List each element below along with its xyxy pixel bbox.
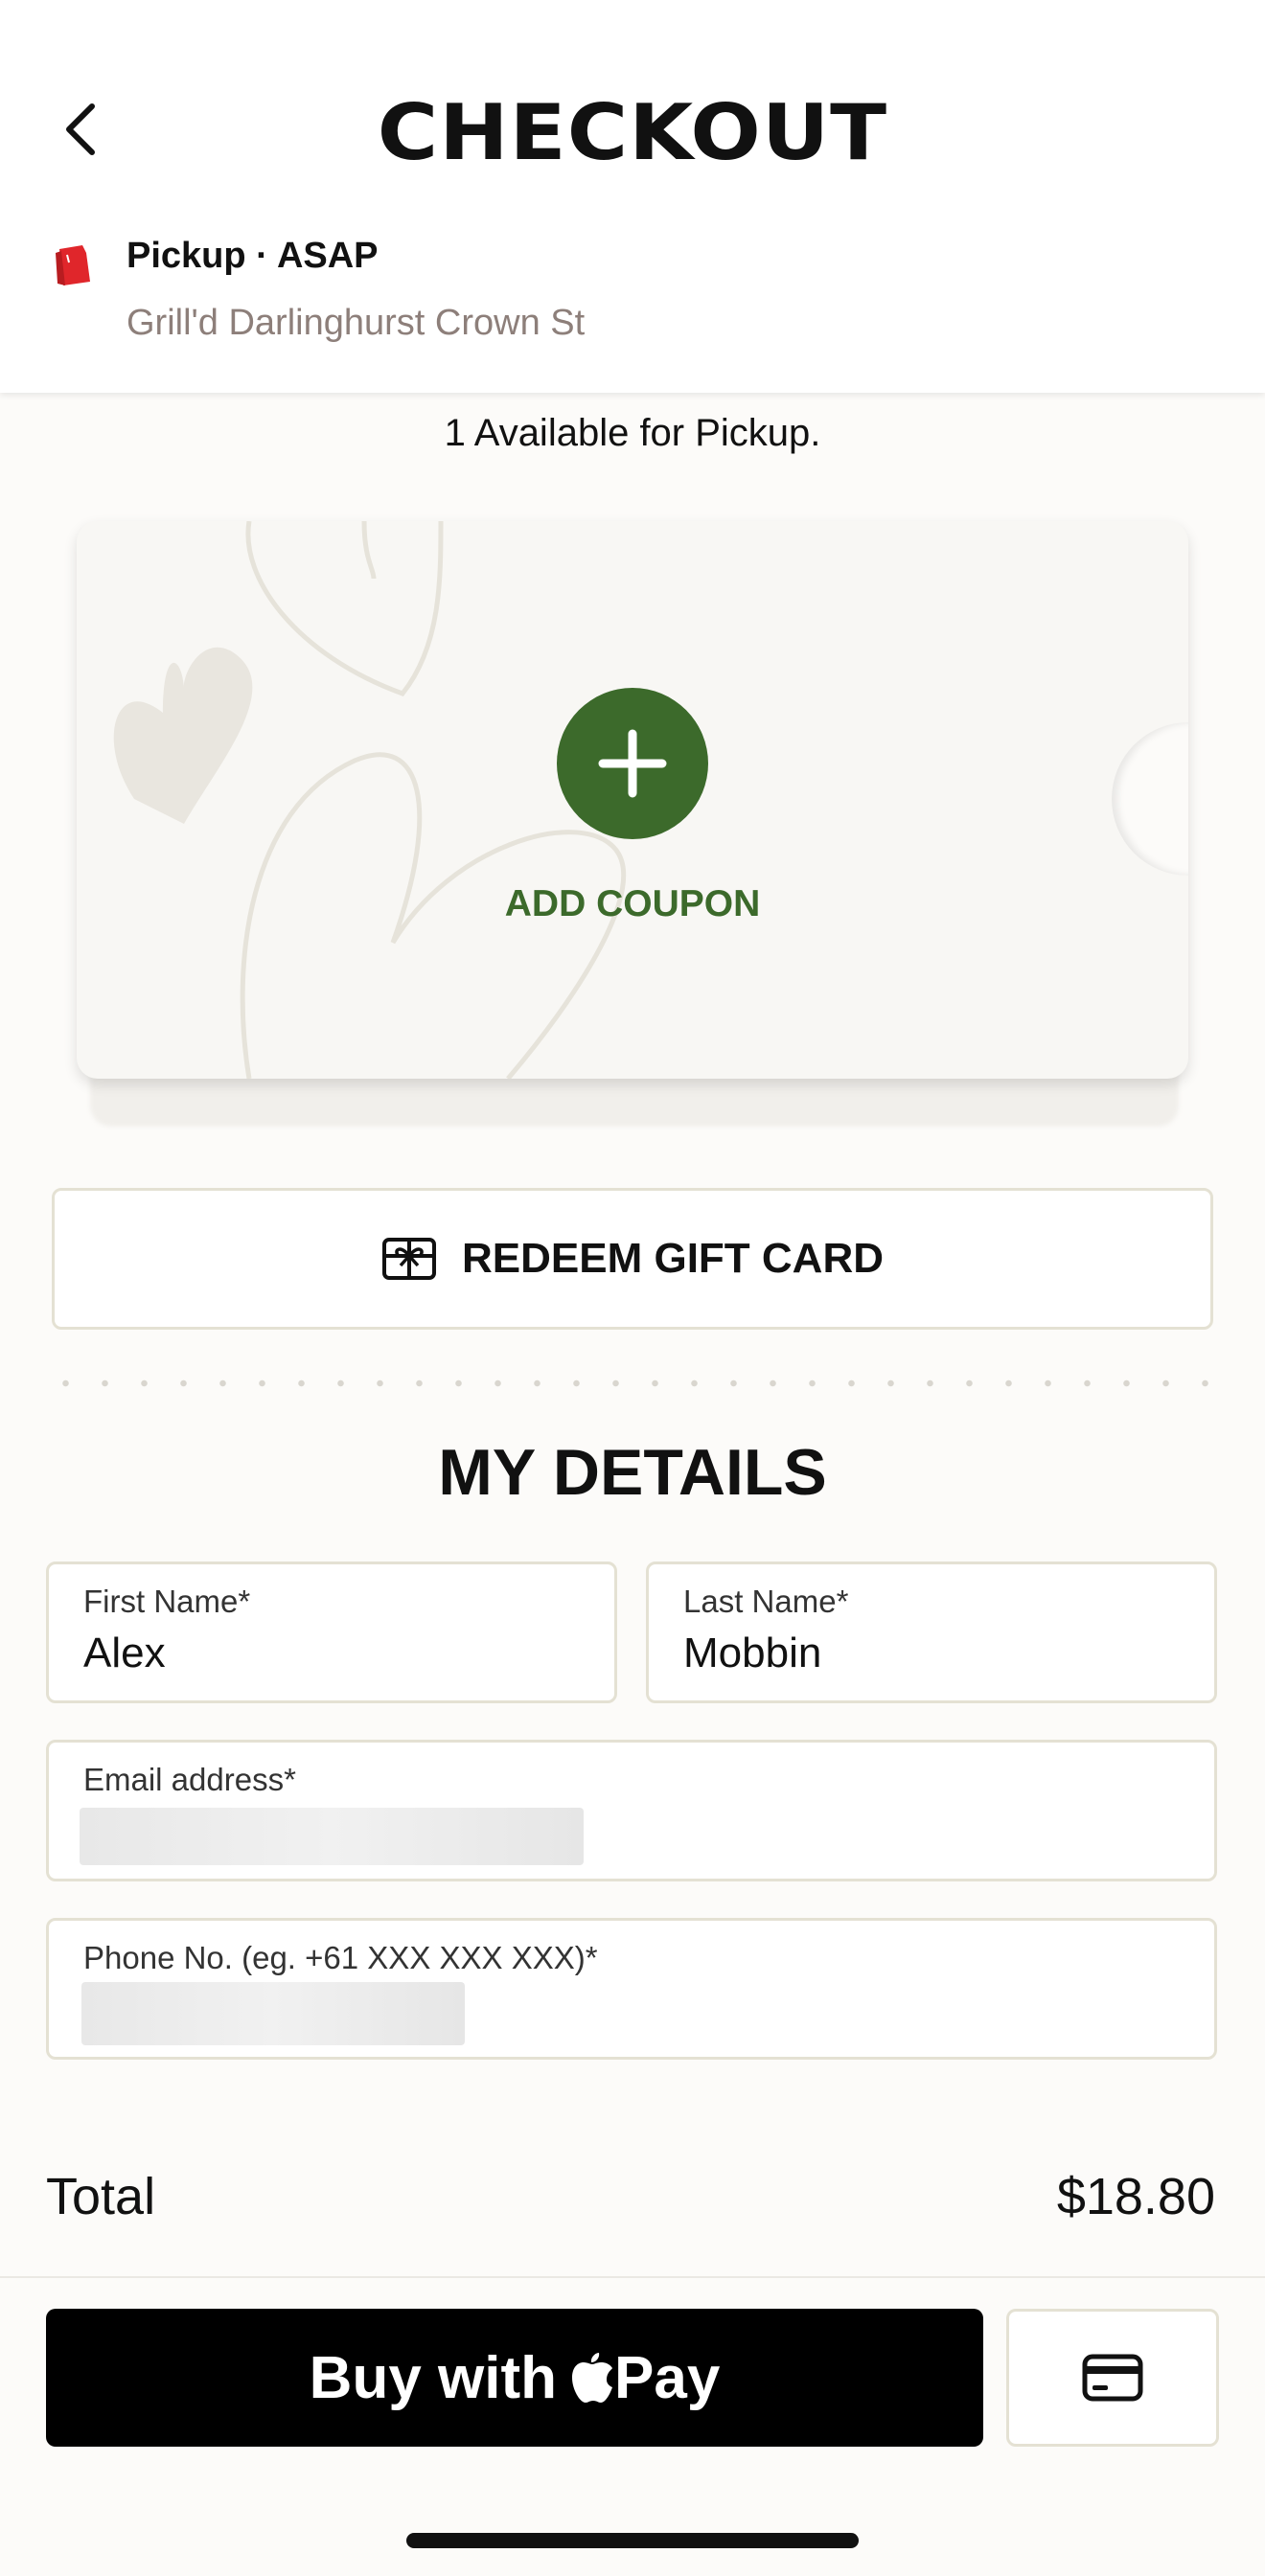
first-name-label: First Name*	[83, 1584, 251, 1619]
redeem-gift-card-label: REDEEM GIFT CARD	[462, 1235, 884, 1282]
phone-label: Phone No. (eg. +61 XXX XXX XXX)*	[83, 1940, 598, 1975]
total-value: $18.80	[1056, 2168, 1215, 2225]
store-name[interactable]: Grill'd Darlinghurst Crown St	[126, 303, 585, 344]
email-value-redacted[interactable]	[80, 1808, 584, 1865]
email-field[interactable]: Email address*	[46, 1740, 1217, 1881]
apple-pay-prefix: Buy with	[309, 2344, 557, 2411]
apple-logo-icon	[572, 2353, 612, 2403]
email-label: Email address*	[83, 1762, 296, 1797]
checkout-header: CHECKOUT Pickup · ASAP Grill'd Darlinghu…	[0, 0, 1265, 393]
phone-field[interactable]: Phone No. (eg. +61 XXX XXX XXX)*	[46, 1918, 1217, 2060]
credit-card-icon	[1082, 2354, 1143, 2402]
dotted-divider	[46, 1379, 1219, 1387]
apple-pay-mark: Pay	[570, 2344, 720, 2412]
page-title: CHECKOUT	[377, 88, 888, 177]
first-name-value[interactable]: Alex	[83, 1630, 582, 1677]
add-coupon-button[interactable]	[557, 688, 708, 839]
apple-pay-button[interactable]: Buy with Pay	[46, 2309, 983, 2447]
shopping-bag-icon	[56, 245, 90, 285]
card-payment-button[interactable]	[1006, 2309, 1219, 2447]
first-name-field[interactable]: First Name* Alex	[46, 1562, 617, 1703]
gift-card-icon	[382, 1238, 436, 1280]
coupon-availability: 1 Available for Pickup.	[444, 412, 821, 454]
add-coupon-label[interactable]: ADD COUPON	[0, 883, 1265, 925]
order-type: Pickup · ASAP	[126, 236, 379, 276]
plus-icon	[598, 729, 667, 798]
last-name-label: Last Name*	[683, 1584, 849, 1619]
footer-divider	[0, 2276, 1265, 2278]
my-details-title: MY DETAILS	[438, 1436, 827, 1509]
last-name-field[interactable]: Last Name* Mobbin	[646, 1562, 1217, 1703]
home-indicator	[406, 2533, 859, 2548]
total-label: Total	[46, 2168, 156, 2225]
phone-value-redacted[interactable]	[81, 1982, 465, 2045]
apple-pay-brand: Pay	[614, 2344, 721, 2411]
last-name-value[interactable]: Mobbin	[683, 1630, 1182, 1677]
redeem-gift-card-button[interactable]: REDEEM GIFT CARD	[52, 1188, 1213, 1330]
